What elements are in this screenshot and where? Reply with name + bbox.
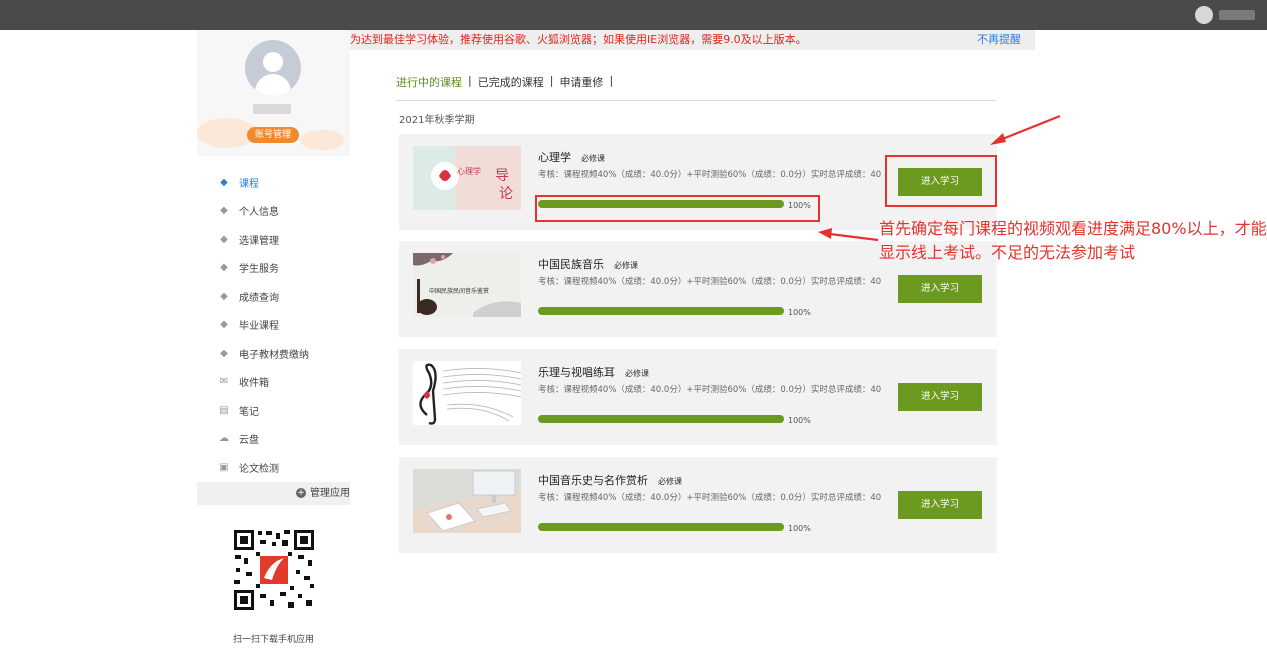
annotation-text: 首先确定每门课程的视频观看进度满足80%以上，才能显示线上考试。不足的无法参加考… xyxy=(879,219,1267,262)
arrow-head-icon xyxy=(818,228,832,239)
arrow-line xyxy=(999,114,1061,142)
arrow-head-icon xyxy=(990,133,1006,145)
arrow-line xyxy=(829,232,879,242)
annotation-arrows xyxy=(818,114,1061,242)
